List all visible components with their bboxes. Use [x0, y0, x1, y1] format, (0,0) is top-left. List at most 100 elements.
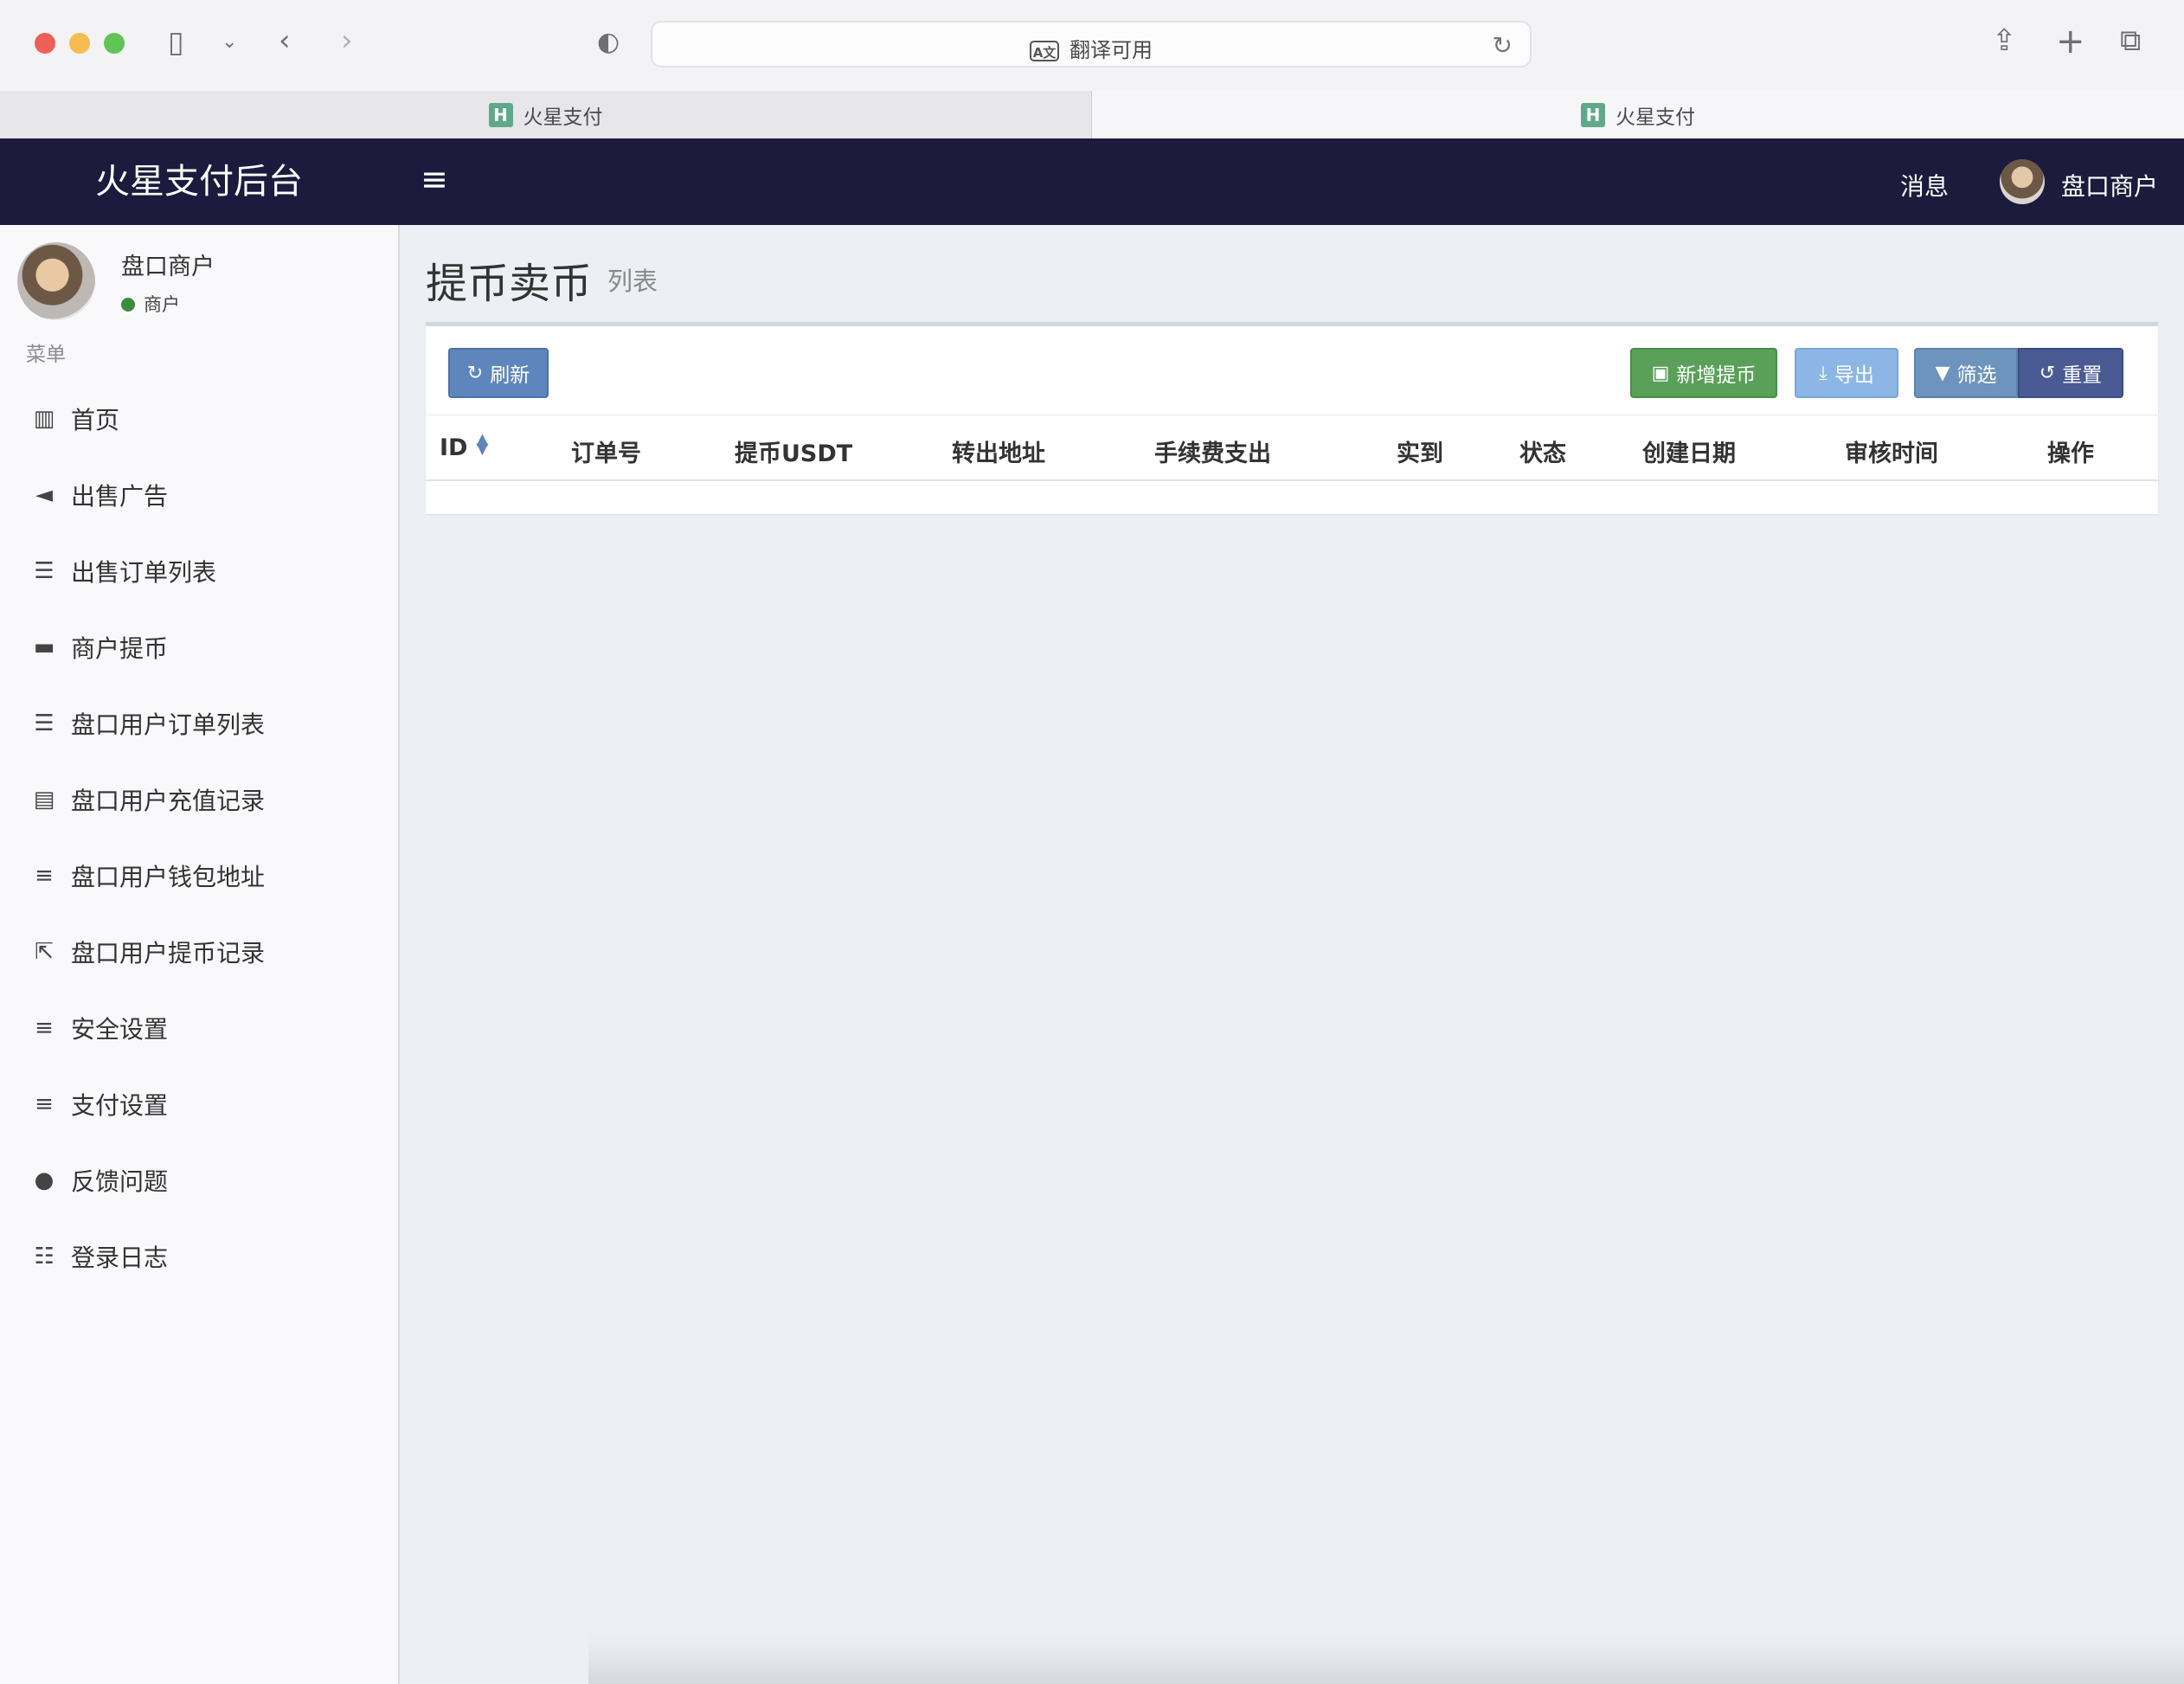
filter-button[interactable]: ▼ 筛选: [1914, 348, 2018, 398]
export-button[interactable]: ⤓ 导出: [1795, 348, 1898, 398]
chevron-down-icon[interactable]: ⌄: [222, 33, 237, 52]
sidebar-item-label: 安全设置: [71, 1015, 169, 1044]
bar-chart-icon: ▥: [33, 406, 55, 432]
menu-header: 菜单: [26, 344, 66, 366]
menu-toggle-icon[interactable]: ≡: [421, 163, 448, 196]
megaphone-icon: ◄: [35, 482, 53, 508]
bars-icon: ≡: [35, 1015, 54, 1041]
minimize-window-button[interactable]: [69, 33, 90, 54]
tab-title: 火星支付: [523, 106, 603, 129]
sidebar-item-label: 盘口用户钱包地址: [71, 863, 266, 891]
sidebar-item-sell-ads[interactable]: ◄ 出售广告: [0, 457, 396, 533]
tab-overview-icon[interactable]: ⧉: [2120, 26, 2141, 55]
filter-icon: ▼: [1935, 362, 1950, 384]
browser-toolbar: ▯ ⌄ ‹ › ◐ A文 翻译可用 ↻ ⇪ + ⧉: [0, 0, 2184, 92]
browser-tab[interactable]: H 火星支付: [0, 91, 1092, 138]
favicon-icon: H: [488, 102, 513, 127]
column-header-id[interactable]: ID ▲ ▼: [440, 432, 488, 461]
app-header: 火星支付后台 ≡ 消息 盘口商户: [0, 138, 2184, 225]
reload-icon[interactable]: ↻: [1493, 31, 1513, 60]
favicon-icon: H: [1581, 102, 1605, 127]
download-icon: ⤓: [1819, 362, 1827, 384]
column-header-label: ID: [440, 434, 468, 461]
close-window-button[interactable]: [35, 33, 55, 54]
bars-icon: ≡: [35, 1091, 54, 1117]
table-header-row: ID ▲ ▼ 订单号 提币USDT 转出地址 手续费支出 实到 状态 创建日期 审核…: [426, 415, 2158, 481]
back-icon[interactable]: ‹: [279, 26, 291, 55]
sidebar-item-security[interactable]: ≡ 安全设置: [0, 990, 396, 1066]
external-link-icon: ⇱: [35, 939, 54, 965]
share-icon[interactable]: ⇪: [1992, 26, 2017, 55]
sidebar-item-label: 商户提币: [71, 634, 169, 663]
sidebar-item-user-withdraw[interactable]: ⇱ 盘口用户提币记录: [0, 914, 396, 990]
ordered-list-icon: ☷: [34, 1244, 55, 1269]
page-title: 提币卖币: [426, 260, 593, 308]
export-button-label: 导出: [1834, 364, 1874, 387]
sidebar-item-user-recharge[interactable]: ▤ 盘口用户充值记录: [0, 762, 396, 838]
sidebar-item-label: 登录日志: [71, 1244, 169, 1272]
column-header-address[interactable]: 转出地址: [952, 434, 1045, 468]
column-header-usdt[interactable]: 提币USDT: [735, 434, 852, 468]
sidebar-item-user-orders[interactable]: ☰ 盘口用户订单列表: [0, 685, 396, 762]
comment-icon: ●: [34, 1167, 55, 1193]
add-withdraw-button[interactable]: ▣ 新增提币: [1630, 348, 1777, 398]
sidebar-item-label: 盘口用户提币记录: [71, 939, 266, 967]
online-status-icon: [121, 298, 135, 312]
sidebar-item-sell-orders[interactable]: ☰ 出售订单列表: [0, 533, 396, 609]
filter-button-label: 筛选: [1956, 364, 1997, 387]
user-avatar: [17, 242, 95, 320]
user-name: 盘口商户: [121, 254, 215, 280]
window-shadow: [588, 1636, 2184, 1684]
sidebar-item-home[interactable]: ▥ 首页: [0, 381, 396, 457]
column-header-actions[interactable]: 操作: [2047, 434, 2094, 468]
address-bar[interactable]: A文 翻译可用 ↻: [651, 21, 1532, 67]
add-button-label: 新增提币: [1676, 364, 1757, 387]
user-status: 商户: [121, 291, 180, 317]
app-logo[interactable]: 火星支付后台: [0, 138, 398, 225]
translate-icon[interactable]: A文: [1030, 41, 1059, 61]
undo-icon: ↺: [2039, 362, 2056, 384]
refresh-button-label: 刷新: [490, 364, 530, 387]
bars-icon: ≡: [35, 863, 54, 889]
column-header-created[interactable]: 创建日期: [1642, 434, 1736, 468]
sidebar-item-payment[interactable]: ≡ 支付设置: [0, 1066, 396, 1142]
refresh-icon: ↻: [466, 362, 484, 384]
shield-icon[interactable]: ◐: [597, 29, 620, 55]
list-icon: ☰: [34, 710, 55, 736]
page-subtitle: 列表: [607, 267, 658, 296]
refresh-button[interactable]: ↻ 刷新: [448, 348, 549, 398]
sidebar-item-label: 盘口用户充值记录: [71, 787, 266, 815]
address-text: 翻译可用: [1070, 38, 1153, 62]
sidebar: 盘口商户 商户 菜单 ▥ 首页 ◄ 出售广告 ☰ 出售订单列表 ▬ 商户提币 ☰…: [0, 225, 400, 1684]
zoom-window-button[interactable]: [104, 33, 125, 54]
column-header-fee[interactable]: 手续费支出: [1154, 434, 1271, 468]
sort-icon[interactable]: ▲ ▼: [476, 432, 488, 456]
forward-icon[interactable]: ›: [341, 26, 353, 55]
sidebar-item-login-log[interactable]: ☷ 登录日志: [0, 1218, 396, 1295]
new-tab-icon[interactable]: +: [2056, 24, 2085, 59]
tab-title: 火星支付: [1616, 106, 1695, 129]
table-panel: ↻ 刷新 ▣ 新增提币 ⤓ 导出 ▼ 筛选 ↺ 重置 ID ▲ ▼ 订单号 提币USDT 转出…: [426, 322, 2158, 514]
sidebar-item-feedback[interactable]: ● 反馈问题: [0, 1142, 396, 1218]
sidebar-menu: ▥ 首页 ◄ 出售广告 ☰ 出售订单列表 ▬ 商户提币 ☰ 盘口用户订单列表 ▤…: [0, 381, 396, 1295]
sidebar-item-user-wallet[interactable]: ≡ 盘口用户钱包地址: [0, 838, 396, 914]
sidebar-item-label: 首页: [71, 406, 120, 434]
user-role: 商户: [144, 294, 180, 315]
header-username[interactable]: 盘口商户: [2061, 168, 2158, 202]
messages-link[interactable]: 消息: [1900, 168, 1949, 202]
credit-card-icon: ▬: [33, 634, 55, 660]
column-header-received[interactable]: 实到: [1397, 434, 1443, 468]
sidebar-item-merchant-withdraw[interactable]: ▬ 商户提币: [0, 609, 396, 685]
reset-button[interactable]: ↺ 重置: [2018, 348, 2123, 398]
column-header-reviewed[interactable]: 审核时间: [1845, 434, 1938, 468]
list-icon: ☰: [34, 558, 55, 584]
column-header-status[interactable]: 状态: [1519, 434, 1566, 468]
save-icon: ▣: [1651, 362, 1670, 384]
sidebar-toggle-icon[interactable]: ▯: [168, 28, 184, 57]
browser-tab-active[interactable]: H 火星支付: [1092, 91, 2184, 138]
sidebar-item-label: 盘口用户订单列表: [71, 710, 266, 739]
sidebar-item-label: 反馈问题: [71, 1167, 169, 1196]
column-header-order-no[interactable]: 订单号: [571, 434, 641, 468]
header-avatar[interactable]: [2000, 159, 2045, 204]
sidebar-item-label: 出售广告: [71, 482, 169, 511]
